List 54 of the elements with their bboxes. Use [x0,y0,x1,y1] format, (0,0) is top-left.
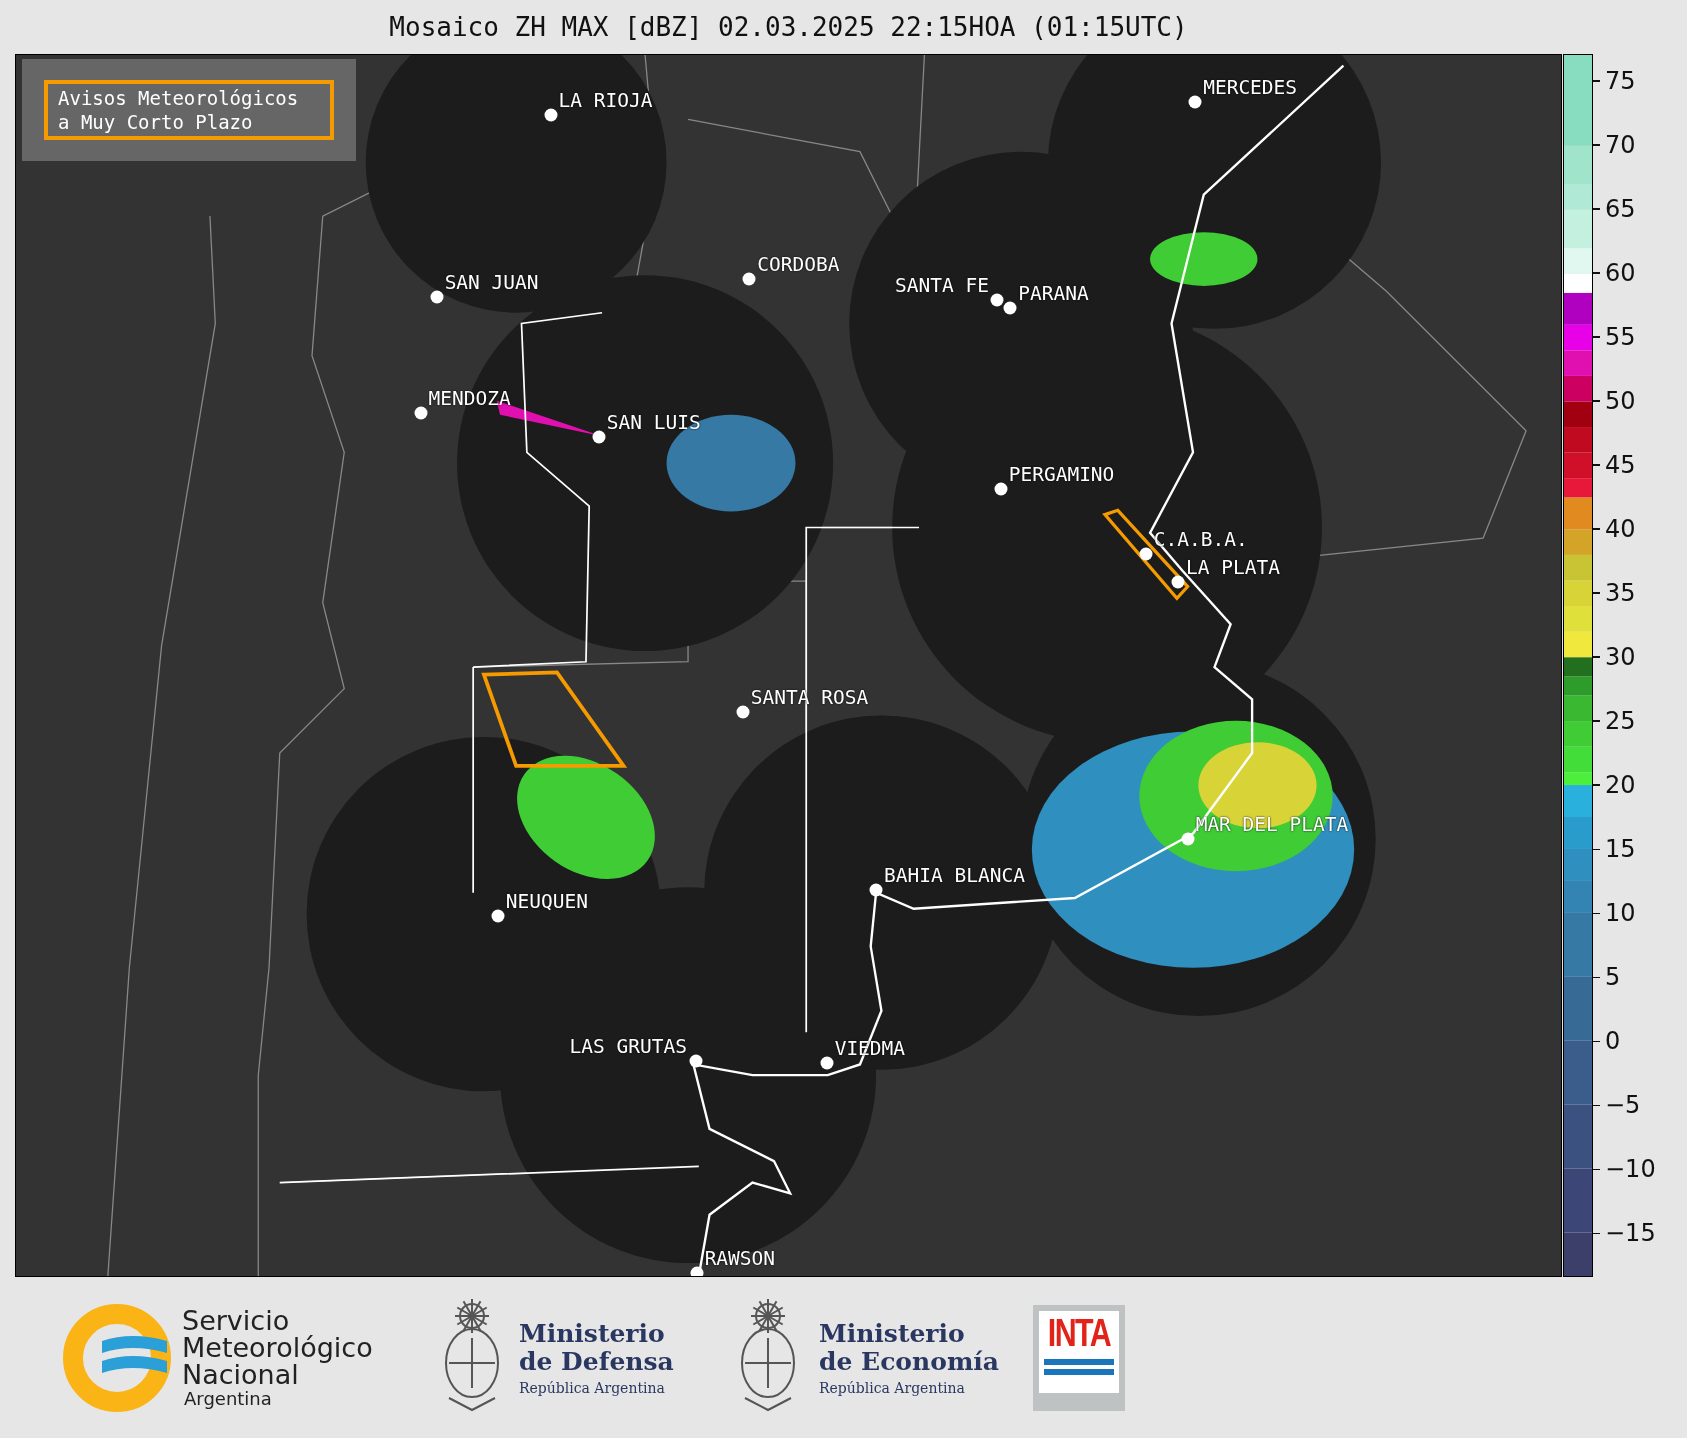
agency-name-text: Meteorológico [182,1333,373,1361]
scale-tick-label: 65 [1605,194,1636,223]
city-marker-icon [742,272,756,286]
scale-tick-label: 15 [1605,835,1636,864]
legend-text: a Muy Corto Plazo [58,110,254,134]
city-label: RAWSON [704,1246,776,1270]
scale-tick-label: 20 [1605,771,1636,800]
scale-tick-label: 25 [1605,707,1636,736]
scale-tick-label: 30 [1605,643,1636,672]
city-label: C.A.B.A. [1153,528,1248,552]
scale-tick-label: −5 [1605,1091,1641,1120]
country-text: República Argentina [519,1379,666,1396]
scale-tick-label: 35 [1605,579,1636,608]
ministry-name-text: de Economía [819,1347,1000,1376]
logo-text: INTA [1047,1310,1111,1355]
city-marker-icon [690,1266,704,1276]
country-text: Argentina [184,1387,273,1409]
city-label: LAS GRUTAS [569,1035,687,1059]
scale-tick-label: 5 [1605,963,1621,992]
scale-tick-label: −15 [1605,1219,1656,1248]
map-title: Mosaico ZH MAX [dBZ] 02.03.2025 22:15HOA (01:15UTC) [389,12,1188,42]
city-label: SAN LUIS [606,411,701,435]
city-label: NEUQUEN [505,890,589,914]
legend-text: Avisos Meteorológicos [58,86,300,110]
scale-tick-label: 70 [1605,130,1636,159]
city-label: CORDOBA [757,253,840,277]
scale-tick-label: 0 [1605,1027,1621,1056]
ministry-name-text: de Defensa [519,1347,674,1376]
scale-tick-label: 60 [1605,259,1636,287]
scale-tick-label: 40 [1605,515,1636,544]
city-label: MENDOZA [428,386,511,410]
city-marker-icon [430,290,444,304]
scale-tick-label: 10 [1605,899,1636,928]
city-marker-icon [414,406,427,420]
country-text: República Argentina [819,1379,966,1396]
city-label: SANTA FE [894,273,989,297]
scale-tick-label: 75 [1605,66,1636,95]
scale-tick-label: −10 [1605,1155,1656,1184]
scale-tick-label: 45 [1605,451,1636,480]
city-label: SAN JUAN [444,270,539,294]
city-label: PARANA [1018,282,1089,306]
city-marker-icon [736,705,750,719]
smn-logo-icon [62,1302,172,1413]
city-label: MERCEDES [1203,76,1298,100]
ministry-name-text: Ministerio [819,1319,966,1348]
scale-tick-label: 55 [1605,323,1636,351]
agency-name-text: Servicio [182,1306,290,1334]
ministry-name-text: Ministerio [519,1319,666,1348]
city-label: BAHIA BLANCA [884,864,1025,888]
city-label: LA RIOJA [558,89,653,113]
city-label: LA PLATA [1185,556,1280,580]
city-label: PERGAMINO [1008,462,1115,486]
agency-name-text: Nacional [182,1360,299,1388]
scale-tick-label: 50 [1605,387,1636,416]
